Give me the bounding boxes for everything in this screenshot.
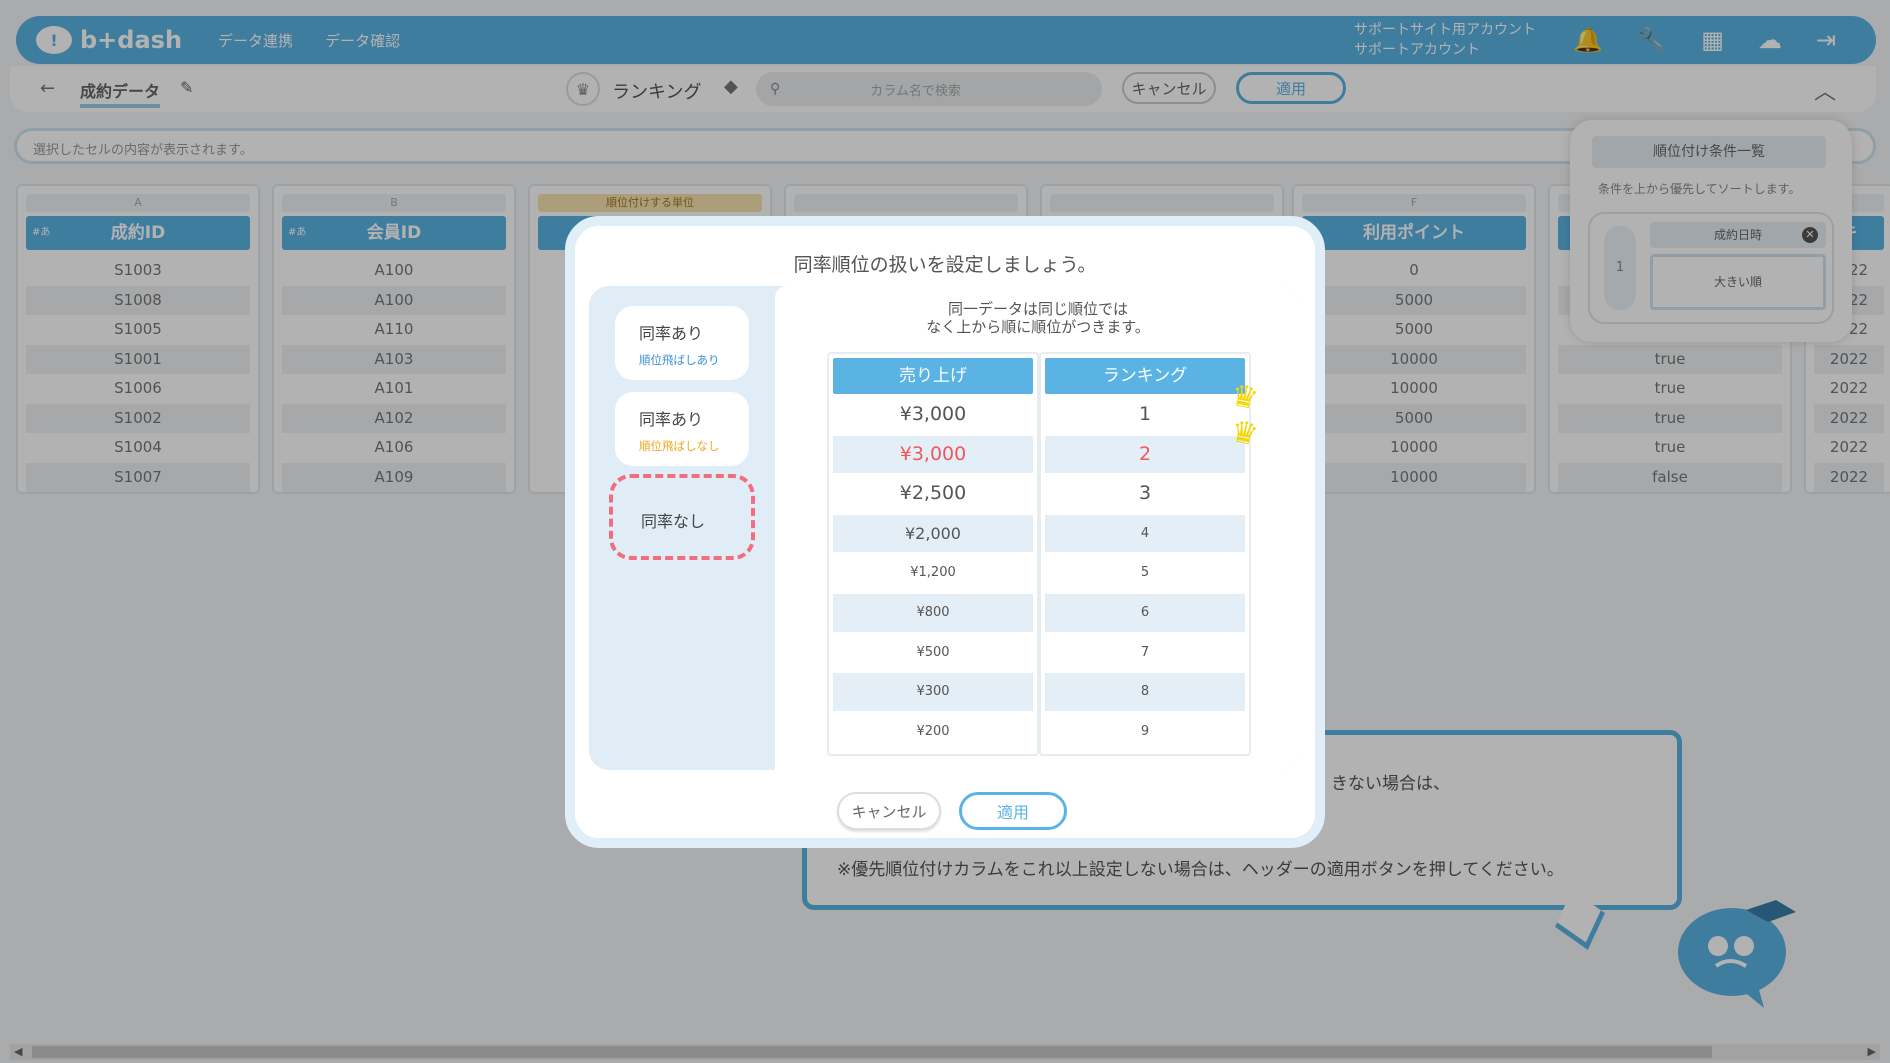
- option-label: 同率なし: [641, 512, 706, 531]
- rank-cell: 7: [1140, 644, 1150, 660]
- option-sub-label: 順位飛ばしなし: [639, 439, 720, 453]
- sales-cell: ¥300: [833, 673, 1033, 711]
- sales-cell: ¥3,000: [833, 435, 1033, 474]
- modal-apply-button[interactable]: 適用: [959, 792, 1067, 830]
- sales-header: 売り上げ: [833, 358, 1033, 394]
- rank-cell: 9: [1140, 723, 1150, 739]
- modal-title: 同率順位の扱いを設定しましょう。: [793, 254, 1097, 276]
- sales-cell: ¥500: [916, 644, 950, 660]
- modal-body: 同率あり 順位飛ばしあり 同率あり 順位飛ばしなし 同率なし 同一データは同じ順…: [589, 286, 1301, 770]
- sales-cell: ¥1,200: [910, 565, 956, 581]
- rank-cell: 1: [1138, 403, 1152, 425]
- option-no-tie[interactable]: 同率なし: [609, 474, 755, 560]
- option-label: 同率あり: [639, 324, 704, 343]
- sales-cell: ¥2,500: [899, 482, 967, 505]
- description-line-1: 同一データは同じ順位では: [947, 300, 1128, 318]
- modal-cancel-button[interactable]: キャンセル: [837, 792, 941, 830]
- sales-table: 売り上げ ¥3,000 ¥3,000 ¥2,500 ¥2,000 ¥1,200 …: [827, 352, 1039, 756]
- rank-cell: 6: [1045, 593, 1245, 632]
- option-tie-skip[interactable]: 同率あり 順位飛ばしあり: [615, 306, 749, 380]
- tie-rank-modal: 同率順位の扱いを設定しましょう。 同率あり 順位飛ばしあり 同率あり 順位飛ばし…: [565, 216, 1325, 848]
- sales-cell: ¥2,000: [833, 514, 1033, 553]
- description-line-2: なく上から順に順位がつきます。: [926, 318, 1150, 336]
- example-panel: 同一データは同じ順位では なく上から順に順位がつきます。 売り上げ ¥3,000…: [775, 286, 1301, 770]
- rank-cell: 5: [1140, 565, 1150, 581]
- option-label: 同率あり: [639, 410, 704, 429]
- sales-cell: ¥3,000: [899, 403, 967, 425]
- sales-cell: ¥800: [833, 593, 1033, 632]
- rank-cell: 4: [1045, 514, 1245, 553]
- ranking-header: ランキング: [1045, 358, 1245, 394]
- example-description: 同一データは同じ順位では なく上から順に順位がつきます。: [775, 300, 1301, 336]
- ranking-table: ランキング 1 2 3 4 5 6 7 8 9: [1039, 352, 1251, 756]
- rank-cell: 8: [1045, 673, 1245, 711]
- option-sub-label: 順位飛ばしあり: [639, 353, 720, 367]
- sales-cell: ¥200: [916, 723, 950, 739]
- rank-cell: 2: [1045, 435, 1245, 474]
- option-tie-no-skip[interactable]: 同率あり 順位飛ばしなし: [615, 392, 749, 466]
- crown-icon: ♛: [1227, 377, 1262, 418]
- rank-cell: 3: [1138, 482, 1152, 505]
- crown-icon: ♛: [1227, 413, 1262, 454]
